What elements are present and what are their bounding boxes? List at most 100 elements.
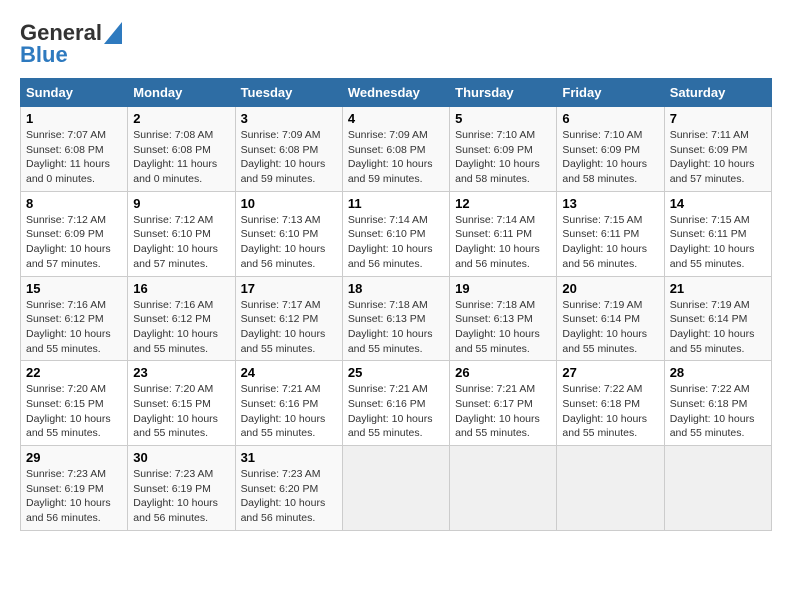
day-info: Sunrise: 7:14 AM Sunset: 6:11 PM Dayligh…	[455, 213, 551, 272]
weekday-header-monday: Monday	[128, 79, 235, 107]
calendar-day-cell: 9 Sunrise: 7:12 AM Sunset: 6:10 PM Dayli…	[128, 191, 235, 276]
day-number: 29	[26, 450, 122, 465]
day-info: Sunrise: 7:22 AM Sunset: 6:18 PM Dayligh…	[670, 382, 766, 441]
weekday-header-thursday: Thursday	[450, 79, 557, 107]
day-info: Sunrise: 7:07 AM Sunset: 6:08 PM Dayligh…	[26, 128, 122, 187]
calendar-day-cell: 5 Sunrise: 7:10 AM Sunset: 6:09 PM Dayli…	[450, 107, 557, 192]
weekday-header-sunday: Sunday	[21, 79, 128, 107]
calendar-day-cell: 31 Sunrise: 7:23 AM Sunset: 6:20 PM Dayl…	[235, 446, 342, 531]
day-number: 3	[241, 111, 337, 126]
calendar-day-cell: 22 Sunrise: 7:20 AM Sunset: 6:15 PM Dayl…	[21, 361, 128, 446]
day-number: 15	[26, 281, 122, 296]
day-info: Sunrise: 7:15 AM Sunset: 6:11 PM Dayligh…	[670, 213, 766, 272]
calendar-day-cell: 26 Sunrise: 7:21 AM Sunset: 6:17 PM Dayl…	[450, 361, 557, 446]
calendar-week-row: 8 Sunrise: 7:12 AM Sunset: 6:09 PM Dayli…	[21, 191, 772, 276]
calendar-week-row: 29 Sunrise: 7:23 AM Sunset: 6:19 PM Dayl…	[21, 446, 772, 531]
day-number: 19	[455, 281, 551, 296]
calendar-day-cell: 12 Sunrise: 7:14 AM Sunset: 6:11 PM Dayl…	[450, 191, 557, 276]
day-number: 30	[133, 450, 229, 465]
day-info: Sunrise: 7:15 AM Sunset: 6:11 PM Dayligh…	[562, 213, 658, 272]
calendar-day-cell	[450, 446, 557, 531]
day-info: Sunrise: 7:19 AM Sunset: 6:14 PM Dayligh…	[670, 298, 766, 357]
day-number: 18	[348, 281, 444, 296]
day-number: 24	[241, 365, 337, 380]
day-info: Sunrise: 7:10 AM Sunset: 6:09 PM Dayligh…	[562, 128, 658, 187]
day-info: Sunrise: 7:22 AM Sunset: 6:18 PM Dayligh…	[562, 382, 658, 441]
day-info: Sunrise: 7:09 AM Sunset: 6:08 PM Dayligh…	[348, 128, 444, 187]
day-info: Sunrise: 7:14 AM Sunset: 6:10 PM Dayligh…	[348, 213, 444, 272]
day-number: 1	[26, 111, 122, 126]
calendar-header-row: SundayMondayTuesdayWednesdayThursdayFrid…	[21, 79, 772, 107]
day-info: Sunrise: 7:20 AM Sunset: 6:15 PM Dayligh…	[133, 382, 229, 441]
day-number: 16	[133, 281, 229, 296]
weekday-header-friday: Friday	[557, 79, 664, 107]
calendar-day-cell: 27 Sunrise: 7:22 AM Sunset: 6:18 PM Dayl…	[557, 361, 664, 446]
day-number: 7	[670, 111, 766, 126]
calendar-day-cell: 28 Sunrise: 7:22 AM Sunset: 6:18 PM Dayl…	[664, 361, 771, 446]
calendar-day-cell: 21 Sunrise: 7:19 AM Sunset: 6:14 PM Dayl…	[664, 276, 771, 361]
calendar-day-cell: 23 Sunrise: 7:20 AM Sunset: 6:15 PM Dayl…	[128, 361, 235, 446]
day-number: 20	[562, 281, 658, 296]
calendar-day-cell	[342, 446, 449, 531]
day-number: 13	[562, 196, 658, 211]
day-info: Sunrise: 7:23 AM Sunset: 6:20 PM Dayligh…	[241, 467, 337, 526]
day-number: 11	[348, 196, 444, 211]
day-number: 14	[670, 196, 766, 211]
calendar-day-cell: 19 Sunrise: 7:18 AM Sunset: 6:13 PM Dayl…	[450, 276, 557, 361]
day-info: Sunrise: 7:23 AM Sunset: 6:19 PM Dayligh…	[133, 467, 229, 526]
day-info: Sunrise: 7:12 AM Sunset: 6:09 PM Dayligh…	[26, 213, 122, 272]
day-number: 17	[241, 281, 337, 296]
calendar-week-row: 1 Sunrise: 7:07 AM Sunset: 6:08 PM Dayli…	[21, 107, 772, 192]
day-number: 22	[26, 365, 122, 380]
day-info: Sunrise: 7:11 AM Sunset: 6:09 PM Dayligh…	[670, 128, 766, 187]
calendar-day-cell: 8 Sunrise: 7:12 AM Sunset: 6:09 PM Dayli…	[21, 191, 128, 276]
day-info: Sunrise: 7:21 AM Sunset: 6:16 PM Dayligh…	[348, 382, 444, 441]
calendar-day-cell: 3 Sunrise: 7:09 AM Sunset: 6:08 PM Dayli…	[235, 107, 342, 192]
calendar-day-cell: 29 Sunrise: 7:23 AM Sunset: 6:19 PM Dayl…	[21, 446, 128, 531]
calendar-week-row: 15 Sunrise: 7:16 AM Sunset: 6:12 PM Dayl…	[21, 276, 772, 361]
day-number: 10	[241, 196, 337, 211]
calendar-day-cell: 11 Sunrise: 7:14 AM Sunset: 6:10 PM Dayl…	[342, 191, 449, 276]
day-number: 31	[241, 450, 337, 465]
calendar-day-cell: 1 Sunrise: 7:07 AM Sunset: 6:08 PM Dayli…	[21, 107, 128, 192]
logo-bird-icon	[104, 22, 122, 44]
calendar-day-cell: 15 Sunrise: 7:16 AM Sunset: 6:12 PM Dayl…	[21, 276, 128, 361]
logo: General Blue	[20, 20, 122, 68]
day-info: Sunrise: 7:09 AM Sunset: 6:08 PM Dayligh…	[241, 128, 337, 187]
weekday-header-saturday: Saturday	[664, 79, 771, 107]
calendar-day-cell: 13 Sunrise: 7:15 AM Sunset: 6:11 PM Dayl…	[557, 191, 664, 276]
day-info: Sunrise: 7:17 AM Sunset: 6:12 PM Dayligh…	[241, 298, 337, 357]
calendar-day-cell: 14 Sunrise: 7:15 AM Sunset: 6:11 PM Dayl…	[664, 191, 771, 276]
calendar-day-cell: 20 Sunrise: 7:19 AM Sunset: 6:14 PM Dayl…	[557, 276, 664, 361]
calendar-day-cell: 17 Sunrise: 7:17 AM Sunset: 6:12 PM Dayl…	[235, 276, 342, 361]
day-info: Sunrise: 7:20 AM Sunset: 6:15 PM Dayligh…	[26, 382, 122, 441]
calendar-day-cell: 16 Sunrise: 7:16 AM Sunset: 6:12 PM Dayl…	[128, 276, 235, 361]
day-info: Sunrise: 7:21 AM Sunset: 6:16 PM Dayligh…	[241, 382, 337, 441]
day-info: Sunrise: 7:16 AM Sunset: 6:12 PM Dayligh…	[133, 298, 229, 357]
weekday-header-wednesday: Wednesday	[342, 79, 449, 107]
page-header: General Blue	[20, 20, 772, 68]
day-info: Sunrise: 7:16 AM Sunset: 6:12 PM Dayligh…	[26, 298, 122, 357]
weekday-header-tuesday: Tuesday	[235, 79, 342, 107]
calendar-day-cell: 6 Sunrise: 7:10 AM Sunset: 6:09 PM Dayli…	[557, 107, 664, 192]
day-number: 8	[26, 196, 122, 211]
day-number: 21	[670, 281, 766, 296]
day-number: 23	[133, 365, 229, 380]
day-info: Sunrise: 7:19 AM Sunset: 6:14 PM Dayligh…	[562, 298, 658, 357]
day-info: Sunrise: 7:21 AM Sunset: 6:17 PM Dayligh…	[455, 382, 551, 441]
calendar-day-cell: 2 Sunrise: 7:08 AM Sunset: 6:08 PM Dayli…	[128, 107, 235, 192]
day-info: Sunrise: 7:10 AM Sunset: 6:09 PM Dayligh…	[455, 128, 551, 187]
calendar-day-cell: 24 Sunrise: 7:21 AM Sunset: 6:16 PM Dayl…	[235, 361, 342, 446]
calendar-day-cell: 30 Sunrise: 7:23 AM Sunset: 6:19 PM Dayl…	[128, 446, 235, 531]
day-info: Sunrise: 7:18 AM Sunset: 6:13 PM Dayligh…	[348, 298, 444, 357]
day-number: 26	[455, 365, 551, 380]
day-number: 2	[133, 111, 229, 126]
calendar-day-cell: 18 Sunrise: 7:18 AM Sunset: 6:13 PM Dayl…	[342, 276, 449, 361]
day-number: 28	[670, 365, 766, 380]
calendar-day-cell: 25 Sunrise: 7:21 AM Sunset: 6:16 PM Dayl…	[342, 361, 449, 446]
logo-text-line2: Blue	[20, 42, 68, 68]
day-number: 25	[348, 365, 444, 380]
day-number: 4	[348, 111, 444, 126]
calendar-day-cell: 7 Sunrise: 7:11 AM Sunset: 6:09 PM Dayli…	[664, 107, 771, 192]
calendar-day-cell: 4 Sunrise: 7:09 AM Sunset: 6:08 PM Dayli…	[342, 107, 449, 192]
